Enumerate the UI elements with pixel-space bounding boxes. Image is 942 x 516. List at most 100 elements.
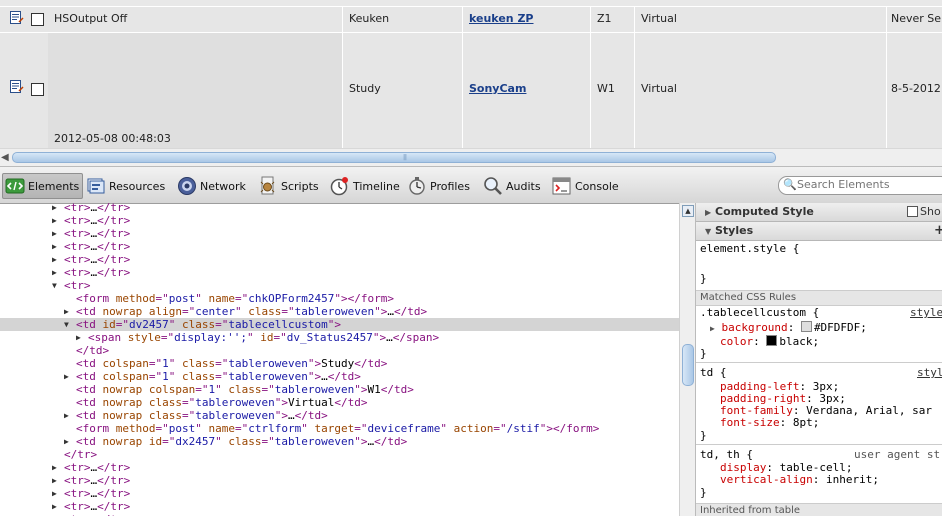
scrollbar-thumb[interactable]: ||| — [12, 152, 776, 163]
dom-token: =" — [235, 292, 249, 305]
dom-token: =" — [215, 357, 229, 370]
expand-triangle-icon[interactable]: ▶ — [52, 266, 60, 279]
tab-timeline[interactable]: Timeline — [330, 174, 400, 198]
expand-triangle-icon[interactable]: ▶ — [52, 227, 60, 240]
dom-token: =" — [354, 422, 368, 435]
rule-selector[interactable]: td { — [700, 367, 942, 379]
expand-triangle-icon[interactable]: ▶ — [76, 331, 84, 344]
tab-console[interactable]: Console — [552, 174, 619, 198]
dom-token: tableroweven — [195, 396, 275, 409]
element-style-selector[interactable]: element.style { — [700, 243, 942, 255]
dom-node-line[interactable]: ▼ <td id="dv2457" class="tablecellcustom"… — [0, 318, 679, 331]
tab-resources[interactable]: Resources — [86, 174, 165, 198]
rule-source-label: user agent st — [854, 449, 942, 461]
rule-selector[interactable]: .tablecellcustom { — [700, 307, 942, 319]
horizontal-scrollbar[interactable]: ◀ ||| — [0, 148, 942, 166]
color-swatch[interactable] — [800, 321, 812, 332]
dom-node-line[interactable]: <form method="post" name="chkOPForm2457"… — [0, 292, 679, 305]
dom-token: … — [321, 370, 328, 383]
expand-triangle-icon[interactable]: ▶ — [52, 500, 60, 513]
dom-node-line[interactable]: <td colspan="1" class="tableroweven">Stu… — [0, 357, 679, 370]
dom-node-line[interactable]: ▶ <td nowrap id="dx2457" class="tablerowe… — [0, 435, 679, 448]
css-declaration[interactable]: font-size: 8pt; — [720, 417, 942, 429]
dom-node-line[interactable]: <td nowrap colspan="1" class="tablerowev… — [0, 383, 679, 396]
css-declaration[interactable]: ▶ background: #DFDFDF; — [710, 321, 942, 334]
edit-document-icon[interactable] — [10, 80, 24, 93]
dom-node-line[interactable]: </tr> — [0, 448, 679, 461]
expand-triangle-icon[interactable]: ▶ — [64, 409, 72, 422]
edit-document-icon[interactable] — [10, 11, 24, 24]
dom-node-line[interactable]: ▶ <tr>…</tr> — [0, 253, 679, 266]
expand-triangle-icon[interactable]: ▶ — [52, 487, 60, 500]
tab-audits[interactable]: Audits — [483, 174, 541, 198]
scrollbar-thumb[interactable] — [682, 344, 694, 386]
dom-token: </tr> — [97, 487, 131, 500]
dom-token: =" — [162, 435, 176, 448]
expand-triangle-icon[interactable]: ▶ — [64, 370, 72, 383]
computed-style-header[interactable]: ▶ Computed Style Sho — [696, 203, 942, 222]
dom-node-text: <tr>…</tr> — [64, 266, 130, 279]
dom-token: </td> — [374, 435, 408, 448]
expand-triangle-icon[interactable]: ▶ — [64, 305, 72, 318]
expand-triangle-icon[interactable]: ▶ — [52, 214, 60, 227]
dom-node-text: <td nowrap colspan="1" class="tablerowev… — [76, 383, 414, 396]
row-checkbox[interactable] — [31, 83, 44, 96]
color-swatch[interactable] — [766, 335, 778, 346]
dom-node-line[interactable]: ▶ <tr>…</tr> — [0, 240, 679, 253]
rule-source-link[interactable]: style — [910, 307, 942, 319]
scroll-left-arrow-icon[interactable]: ◀ — [1, 152, 10, 163]
device-link[interactable]: keuken ZP — [469, 12, 534, 25]
dom-node-line[interactable]: ▶ <tr>…</tr> — [0, 214, 679, 227]
tab-elements[interactable]: Elements — [2, 173, 84, 199]
row-checkbox[interactable] — [31, 13, 44, 26]
dom-token: </tr> — [64, 448, 98, 461]
add-rule-icon[interactable]: + — [934, 223, 942, 238]
tab-scripts[interactable]: Scripts — [258, 174, 319, 198]
styles-header[interactable]: ▼ Styles + — [696, 222, 942, 241]
dom-node-line[interactable]: ▶ <tr>…</tr> — [0, 474, 679, 487]
dom-node-line[interactable]: ▶ <td nowrap class="tableroweven">…</td> — [0, 409, 679, 422]
css-declaration[interactable]: vertical-align: inherit; — [720, 474, 942, 486]
dom-node-line[interactable]: ▶ <td colspan="1" class="tableroweven">…<… — [0, 370, 679, 383]
tab-profiles[interactable]: Profiles — [407, 174, 470, 198]
dom-node-line[interactable]: </td> — [0, 344, 679, 357]
expand-triangle-icon[interactable]: ▶ — [52, 240, 60, 253]
expand-triangle-icon[interactable]: ▶ — [52, 253, 60, 266]
dom-tree[interactable]: ▶ <tr>…</tr> ▶ <tr>…</tr> ▶ <tr>…</tr> ▶ <tr>…<… — [0, 203, 679, 516]
search-elements-box[interactable]: 🔍 — [778, 176, 942, 195]
code-cell: W1 — [591, 33, 635, 148]
dom-token: post — [168, 422, 196, 435]
dom-token: <span — [88, 331, 128, 344]
dom-token: =" — [148, 357, 163, 370]
dom-token: </span> — [392, 331, 440, 344]
tab-network[interactable]: Network — [177, 174, 246, 198]
dom-vertical-scrollbar[interactable]: ▲ — [679, 203, 695, 516]
dom-node-line[interactable]: <form method="post" name="ctrlform" targ… — [0, 422, 679, 435]
collapse-triangle-icon[interactable]: ▼ — [52, 279, 60, 292]
dom-node-line[interactable]: ▶ <tr>…</tr> — [0, 203, 679, 214]
css-declaration[interactable]: color: black; — [720, 335, 942, 348]
expand-triangle-icon[interactable]: ▶ — [64, 435, 72, 448]
dom-node-line[interactable]: ▼ <tr> — [0, 279, 679, 292]
search-elements-input[interactable] — [797, 178, 937, 191]
device-link[interactable]: SonyCam — [469, 82, 526, 95]
expand-triangle-icon[interactable]: ▶ — [52, 461, 60, 474]
expand-triangle-icon[interactable]: ▶ — [52, 203, 60, 214]
dom-token: style — [127, 331, 161, 344]
dom-node-line[interactable]: ▶ <span style="display:'';" id="dv_Status… — [0, 331, 679, 344]
tab-console-label: Console — [575, 179, 619, 193]
dom-node-line[interactable]: <td nowrap class="tableroweven">Virtual<… — [0, 396, 679, 409]
dom-node-line[interactable]: ▶ <td nowrap align="center" class="tabler… — [0, 305, 679, 318]
dom-node-line[interactable]: ▶ <tr>…</tr> — [0, 461, 679, 474]
dom-node-line[interactable]: ▶ <tr>…</tr> — [0, 227, 679, 240]
dom-node-line[interactable]: ▶ <tr>…</tr> — [0, 500, 679, 513]
rule-source-link[interactable]: styl — [917, 367, 942, 379]
expand-triangle-icon[interactable]: ▶ — [52, 474, 60, 487]
show-inherited-checkbox[interactable] — [907, 206, 918, 217]
dom-token: method — [115, 422, 156, 435]
dom-node-line[interactable]: ▶ <tr>…</tr> — [0, 266, 679, 279]
dom-token: <form — [76, 292, 116, 305]
collapse-triangle-icon[interactable]: ▼ — [64, 318, 72, 331]
dom-node-line[interactable]: ▶ <tr>…</tr> — [0, 487, 679, 500]
scroll-up-arrow-icon[interactable]: ▲ — [682, 205, 694, 217]
